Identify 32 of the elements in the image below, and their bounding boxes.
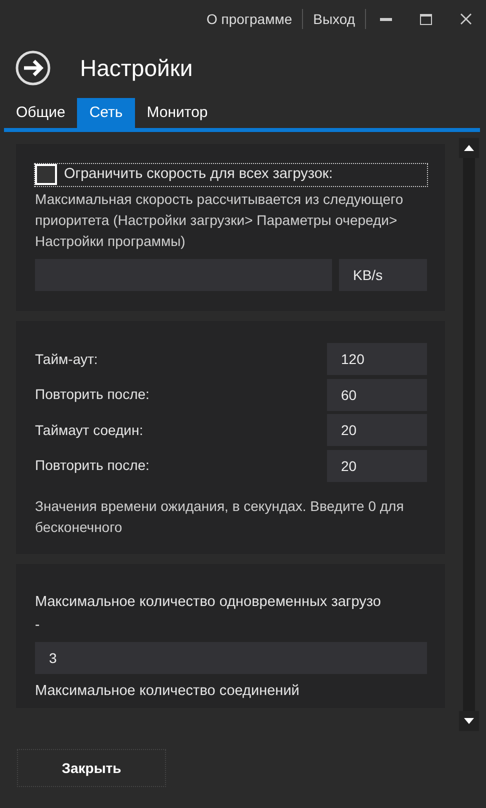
menu-link[interactable]: Выход <box>303 8 365 30</box>
scroll-down-button[interactable] <box>459 711 479 731</box>
description-text: Максимальная скорость рассчитывается из следующего приоритета (Настройки загрузки> Параметры очереди> Настройки программы) <box>35 190 404 252</box>
field-label: Повторить после: <box>35 385 150 404</box>
down-arrow-icon <box>464 718 474 724</box>
minimize-icon <box>380 17 392 21</box>
field-label: Максимальное количество одновременных загрузо <box>35 592 382 612</box>
field-label: Максимальное количество соединений <box>35 682 300 700</box>
up-arrow-icon <box>464 145 474 151</box>
number-input-field[interactable]: 120 <box>327 343 427 376</box>
close-icon <box>460 13 472 25</box>
tab[interactable]: Монитор <box>134 98 220 128</box>
menu-link[interactable]: О программе <box>196 8 302 30</box>
speed-limit-checkbox[interactable]: Ограничить скорость для всех загрузок: <box>35 164 427 186</box>
number-input-field[interactable]: 20 <box>327 450 427 482</box>
unit-label: KB/s <box>339 259 427 292</box>
maximize-icon <box>420 14 432 24</box>
page-title: Настройки <box>80 54 193 83</box>
number-input-field[interactable]: 3 <box>35 642 427 674</box>
scroll-up-button[interactable] <box>459 138 479 158</box>
field-label: Повторить после: <box>35 456 150 476</box>
number-input-field[interactable]: 60 <box>327 378 427 411</box>
back-button[interactable] <box>14 49 52 87</box>
close-dialog-button[interactable]: Закрыть <box>17 749 166 787</box>
dash-text: - <box>35 614 41 634</box>
tab[interactable]: Общие <box>4 98 78 128</box>
number-input-field[interactable]: 20 <box>327 414 427 446</box>
tab[interactable]: Сеть <box>77 98 135 128</box>
field-label: Тайм-аут: <box>35 350 98 369</box>
field-label: Таймаут соедин: <box>35 420 144 440</box>
note-text: Значения времени ожидания, в секундах. Введите 0 для бесконечного <box>35 496 405 537</box>
arrow-circle-icon <box>15 50 51 86</box>
